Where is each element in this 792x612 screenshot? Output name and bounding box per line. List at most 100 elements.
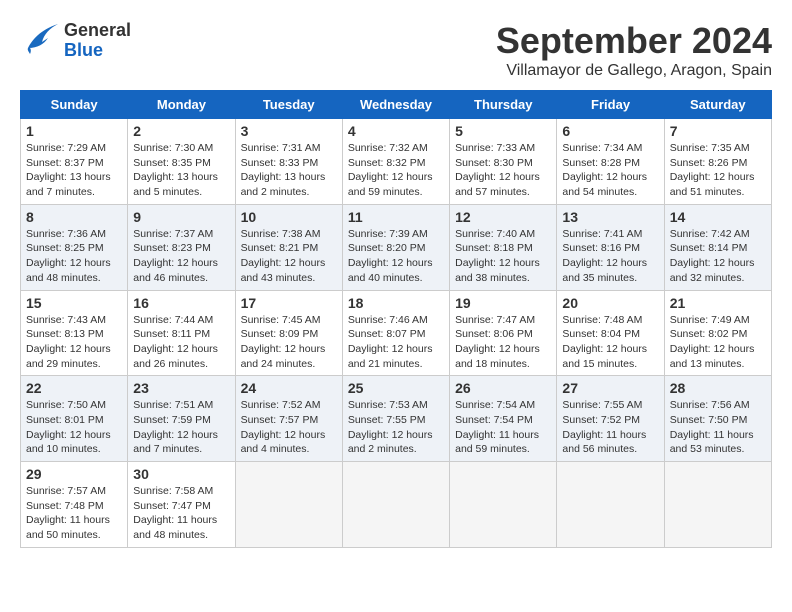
col-saturday: Saturday	[664, 91, 771, 119]
day-number: 30	[133, 466, 229, 482]
table-row: 30 Sunrise: 7:58 AM Sunset: 7:47 PM Dayl…	[128, 462, 235, 548]
day-info: Sunrise: 7:41 AM Sunset: 8:16 PM Dayligh…	[562, 227, 658, 286]
table-row: 15 Sunrise: 7:43 AM Sunset: 8:13 PM Dayl…	[21, 290, 128, 376]
table-row: 14 Sunrise: 7:42 AM Sunset: 8:14 PM Dayl…	[664, 204, 771, 290]
table-row	[664, 462, 771, 548]
table-row: 9 Sunrise: 7:37 AM Sunset: 8:23 PM Dayli…	[128, 204, 235, 290]
day-number: 11	[348, 209, 444, 225]
day-number: 7	[670, 123, 766, 139]
day-number: 2	[133, 123, 229, 139]
table-row: 8 Sunrise: 7:36 AM Sunset: 8:25 PM Dayli…	[21, 204, 128, 290]
day-info: Sunrise: 7:49 AM Sunset: 8:02 PM Dayligh…	[670, 313, 766, 372]
day-number: 28	[670, 380, 766, 396]
day-number: 4	[348, 123, 444, 139]
day-number: 23	[133, 380, 229, 396]
logo: General Blue	[20, 20, 131, 61]
day-info: Sunrise: 7:43 AM Sunset: 8:13 PM Dayligh…	[26, 313, 122, 372]
table-row: 18 Sunrise: 7:46 AM Sunset: 8:07 PM Dayl…	[342, 290, 449, 376]
day-info: Sunrise: 7:39 AM Sunset: 8:20 PM Dayligh…	[348, 227, 444, 286]
table-row: 10 Sunrise: 7:38 AM Sunset: 8:21 PM Dayl…	[235, 204, 342, 290]
day-number: 22	[26, 380, 122, 396]
col-monday: Monday	[128, 91, 235, 119]
day-info: Sunrise: 7:31 AM Sunset: 8:33 PM Dayligh…	[241, 141, 337, 200]
day-number: 8	[26, 209, 122, 225]
day-number: 12	[455, 209, 551, 225]
day-number: 5	[455, 123, 551, 139]
day-info: Sunrise: 7:46 AM Sunset: 8:07 PM Dayligh…	[348, 313, 444, 372]
day-info: Sunrise: 7:36 AM Sunset: 8:25 PM Dayligh…	[26, 227, 122, 286]
table-row	[557, 462, 664, 548]
day-info: Sunrise: 7:42 AM Sunset: 8:14 PM Dayligh…	[670, 227, 766, 286]
day-info: Sunrise: 7:56 AM Sunset: 7:50 PM Dayligh…	[670, 398, 766, 457]
day-number: 6	[562, 123, 658, 139]
day-info: Sunrise: 7:54 AM Sunset: 7:54 PM Dayligh…	[455, 398, 551, 457]
logo-bird-icon	[20, 20, 60, 61]
col-sunday: Sunday	[21, 91, 128, 119]
day-info: Sunrise: 7:53 AM Sunset: 7:55 PM Dayligh…	[348, 398, 444, 457]
table-row: 1 Sunrise: 7:29 AM Sunset: 8:37 PM Dayli…	[21, 119, 128, 205]
day-number: 27	[562, 380, 658, 396]
day-number: 9	[133, 209, 229, 225]
table-row: 12 Sunrise: 7:40 AM Sunset: 8:18 PM Dayl…	[450, 204, 557, 290]
day-info: Sunrise: 7:47 AM Sunset: 8:06 PM Dayligh…	[455, 313, 551, 372]
table-row: 20 Sunrise: 7:48 AM Sunset: 8:04 PM Dayl…	[557, 290, 664, 376]
header-row: Sunday Monday Tuesday Wednesday Thursday…	[21, 91, 772, 119]
table-row: 24 Sunrise: 7:52 AM Sunset: 7:57 PM Dayl…	[235, 376, 342, 462]
month-title: September 2024	[496, 20, 772, 62]
table-row	[450, 462, 557, 548]
day-number: 14	[670, 209, 766, 225]
table-row: 23 Sunrise: 7:51 AM Sunset: 7:59 PM Dayl…	[128, 376, 235, 462]
day-info: Sunrise: 7:45 AM Sunset: 8:09 PM Dayligh…	[241, 313, 337, 372]
table-row	[342, 462, 449, 548]
table-row: 3 Sunrise: 7:31 AM Sunset: 8:33 PM Dayli…	[235, 119, 342, 205]
table-row: 29 Sunrise: 7:57 AM Sunset: 7:48 PM Dayl…	[21, 462, 128, 548]
day-info: Sunrise: 7:40 AM Sunset: 8:18 PM Dayligh…	[455, 227, 551, 286]
table-row: 25 Sunrise: 7:53 AM Sunset: 7:55 PM Dayl…	[342, 376, 449, 462]
table-row: 16 Sunrise: 7:44 AM Sunset: 8:11 PM Dayl…	[128, 290, 235, 376]
day-info: Sunrise: 7:38 AM Sunset: 8:21 PM Dayligh…	[241, 227, 337, 286]
day-number: 18	[348, 295, 444, 311]
day-info: Sunrise: 7:30 AM Sunset: 8:35 PM Dayligh…	[133, 141, 229, 200]
table-row: 21 Sunrise: 7:49 AM Sunset: 8:02 PM Dayl…	[664, 290, 771, 376]
day-info: Sunrise: 7:34 AM Sunset: 8:28 PM Dayligh…	[562, 141, 658, 200]
day-info: Sunrise: 7:37 AM Sunset: 8:23 PM Dayligh…	[133, 227, 229, 286]
location-title: Villamayor de Gallego, Aragon, Spain	[496, 62, 772, 80]
day-info: Sunrise: 7:58 AM Sunset: 7:47 PM Dayligh…	[133, 484, 229, 543]
table-row: 13 Sunrise: 7:41 AM Sunset: 8:16 PM Dayl…	[557, 204, 664, 290]
day-number: 10	[241, 209, 337, 225]
day-number: 17	[241, 295, 337, 311]
day-info: Sunrise: 7:29 AM Sunset: 8:37 PM Dayligh…	[26, 141, 122, 200]
table-row	[235, 462, 342, 548]
day-number: 29	[26, 466, 122, 482]
day-info: Sunrise: 7:52 AM Sunset: 7:57 PM Dayligh…	[241, 398, 337, 457]
day-number: 26	[455, 380, 551, 396]
day-info: Sunrise: 7:57 AM Sunset: 7:48 PM Dayligh…	[26, 484, 122, 543]
table-row: 22 Sunrise: 7:50 AM Sunset: 8:01 PM Dayl…	[21, 376, 128, 462]
table-row: 28 Sunrise: 7:56 AM Sunset: 7:50 PM Dayl…	[664, 376, 771, 462]
col-wednesday: Wednesday	[342, 91, 449, 119]
day-number: 21	[670, 295, 766, 311]
day-info: Sunrise: 7:55 AM Sunset: 7:52 PM Dayligh…	[562, 398, 658, 457]
day-number: 13	[562, 209, 658, 225]
day-number: 25	[348, 380, 444, 396]
day-info: Sunrise: 7:33 AM Sunset: 8:30 PM Dayligh…	[455, 141, 551, 200]
table-row: 4 Sunrise: 7:32 AM Sunset: 8:32 PM Dayli…	[342, 119, 449, 205]
table-row: 11 Sunrise: 7:39 AM Sunset: 8:20 PM Dayl…	[342, 204, 449, 290]
table-row: 7 Sunrise: 7:35 AM Sunset: 8:26 PM Dayli…	[664, 119, 771, 205]
table-row: 19 Sunrise: 7:47 AM Sunset: 8:06 PM Dayl…	[450, 290, 557, 376]
table-row: 2 Sunrise: 7:30 AM Sunset: 8:35 PM Dayli…	[128, 119, 235, 205]
calendar-table: Sunday Monday Tuesday Wednesday Thursday…	[20, 90, 772, 548]
day-number: 24	[241, 380, 337, 396]
table-row: 17 Sunrise: 7:45 AM Sunset: 8:09 PM Dayl…	[235, 290, 342, 376]
day-info: Sunrise: 7:32 AM Sunset: 8:32 PM Dayligh…	[348, 141, 444, 200]
day-number: 16	[133, 295, 229, 311]
page-header: General Blue September 2024 Villamayor d…	[20, 20, 772, 80]
day-info: Sunrise: 7:50 AM Sunset: 8:01 PM Dayligh…	[26, 398, 122, 457]
col-tuesday: Tuesday	[235, 91, 342, 119]
day-number: 20	[562, 295, 658, 311]
logo-text: General Blue	[64, 21, 131, 61]
table-row: 26 Sunrise: 7:54 AM Sunset: 7:54 PM Dayl…	[450, 376, 557, 462]
day-number: 3	[241, 123, 337, 139]
day-number: 15	[26, 295, 122, 311]
day-info: Sunrise: 7:44 AM Sunset: 8:11 PM Dayligh…	[133, 313, 229, 372]
